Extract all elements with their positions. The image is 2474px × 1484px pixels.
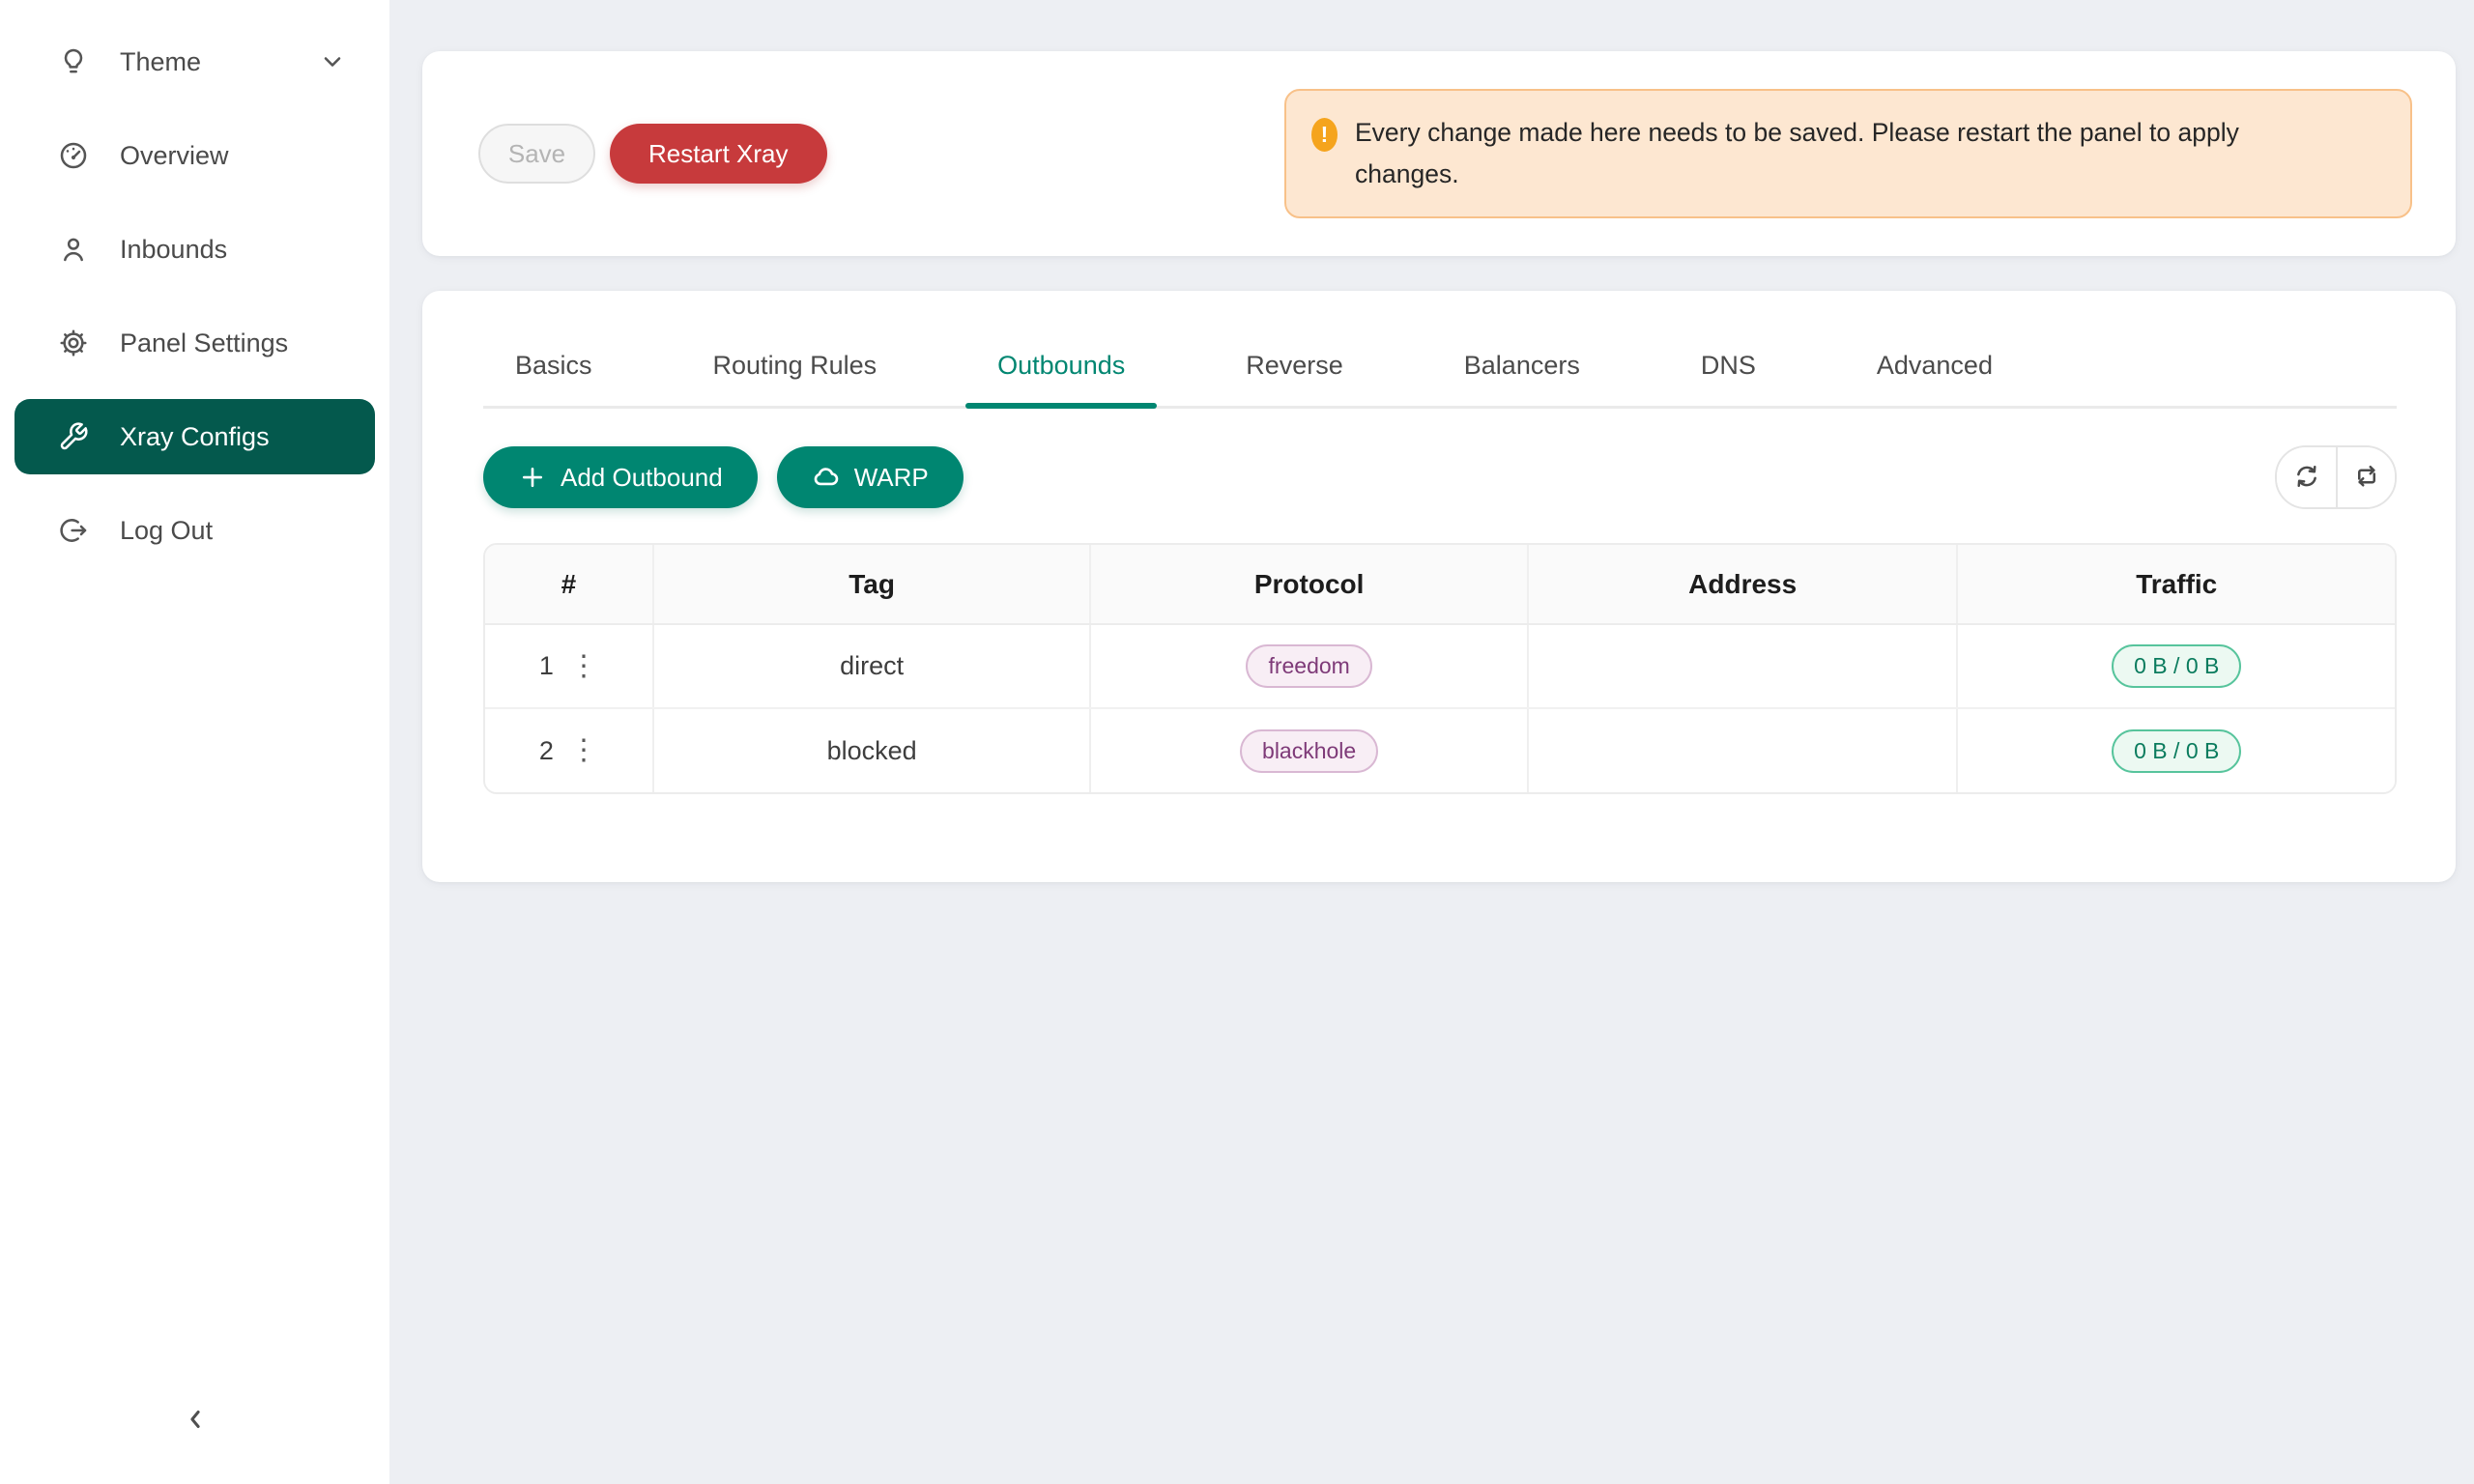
sidebar-item-label: Panel Settings xyxy=(120,328,288,358)
sidebar-item-panel-settings[interactable]: Panel Settings xyxy=(14,305,375,381)
restart-xray-button[interactable]: Restart Xray xyxy=(610,124,827,184)
warning-icon: ! xyxy=(1311,118,1338,152)
gauge-icon xyxy=(58,140,89,171)
col-header-protocol: Protocol xyxy=(1090,545,1528,624)
row-address xyxy=(1528,624,1958,708)
col-header-tag: Tag xyxy=(653,545,1091,624)
main-content: Save Restart Xray ! Every change made he… xyxy=(389,0,2474,1484)
tab-reverse[interactable]: Reverse xyxy=(1214,345,1375,406)
col-header-index: # xyxy=(485,545,653,624)
sidebar-item-theme[interactable]: Theme xyxy=(14,24,375,100)
sidebar-item-label: Theme xyxy=(120,47,201,77)
tab-outbounds[interactable]: Outbounds xyxy=(965,345,1157,406)
col-header-address: Address xyxy=(1528,545,1958,624)
tab-basics[interactable]: Basics xyxy=(483,345,624,406)
protocol-badge: blackhole xyxy=(1240,729,1378,773)
toolbar-card: Save Restart Xray ! Every change made he… xyxy=(422,51,2456,256)
sidebar-item-label: Inbounds xyxy=(120,235,227,265)
chevron-down-icon xyxy=(319,48,346,75)
traffic-badge: 0 B / 0 B xyxy=(2112,644,2241,688)
sidebar-item-label: Xray Configs xyxy=(120,422,270,452)
table-tools-group xyxy=(2275,445,2397,509)
refresh-icon xyxy=(2292,462,2321,494)
sidebar-item-log-out[interactable]: Log Out xyxy=(14,493,375,568)
sidebar-item-label: Log Out xyxy=(120,516,213,546)
logout-icon xyxy=(58,515,89,546)
sidebar-item-inbounds[interactable]: Inbounds xyxy=(14,212,375,287)
sidebar-item-xray-configs[interactable]: Xray Configs xyxy=(14,399,375,474)
config-tabs: Basics Routing Rules Outbounds Reverse B… xyxy=(483,345,2397,409)
row-menu-icon[interactable]: ⋮ xyxy=(569,736,598,765)
warp-label: WARP xyxy=(854,463,929,493)
xray-configs-card: Basics Routing Rules Outbounds Reverse B… xyxy=(422,291,2456,882)
col-header-traffic: Traffic xyxy=(1957,545,2395,624)
tab-advanced[interactable]: Advanced xyxy=(1845,345,2025,406)
wrench-icon xyxy=(58,421,89,452)
compare-config-button[interactable] xyxy=(2336,447,2395,507)
outbounds-actions: Add Outbound WARP xyxy=(483,445,2397,509)
row-index: 2 xyxy=(539,736,554,766)
repeat-icon xyxy=(2352,462,2381,494)
lightbulb-icon xyxy=(58,46,89,77)
row-index: 1 xyxy=(539,651,554,681)
table-row: 1 ⋮ direct freedom 0 B / 0 B xyxy=(485,624,2395,708)
save-button[interactable]: Save xyxy=(478,124,595,184)
sidebar: Theme Overview Inbounds Panel Settings X… xyxy=(0,0,389,1484)
row-tag: direct xyxy=(653,624,1091,708)
add-outbound-button[interactable]: Add Outbound xyxy=(483,446,758,508)
row-tag: blocked xyxy=(653,708,1091,792)
user-icon xyxy=(58,234,89,265)
traffic-badge: 0 B / 0 B xyxy=(2112,729,2241,773)
plus-icon xyxy=(518,463,547,492)
table-row: 2 ⋮ blocked blackhole 0 B / 0 B xyxy=(485,708,2395,792)
sidebar-item-label: Overview xyxy=(120,141,229,171)
tab-routing-rules[interactable]: Routing Rules xyxy=(681,345,909,406)
add-outbound-label: Add Outbound xyxy=(561,463,723,493)
row-address xyxy=(1528,708,1958,792)
cloud-icon xyxy=(812,463,841,492)
outbounds-table: # Tag Protocol Address Traffic 1 ⋮ xyxy=(483,543,2397,794)
gear-icon xyxy=(58,328,89,358)
refresh-button[interactable] xyxy=(2277,447,2336,507)
row-menu-icon[interactable]: ⋮ xyxy=(569,652,598,681)
warp-button[interactable]: WARP xyxy=(777,446,964,508)
alert-text: Every change made here needs to be saved… xyxy=(1355,112,2312,195)
table-header-row: # Tag Protocol Address Traffic xyxy=(485,545,2395,624)
tab-dns[interactable]: DNS xyxy=(1669,345,1788,406)
tab-balancers[interactable]: Balancers xyxy=(1432,345,1612,406)
sidebar-collapse-button[interactable] xyxy=(166,1392,224,1450)
protocol-badge: freedom xyxy=(1246,644,1371,688)
chevron-left-icon xyxy=(181,1405,210,1439)
restart-warning-alert: ! Every change made here needs to be sav… xyxy=(1284,89,2412,218)
sidebar-item-overview[interactable]: Overview xyxy=(14,118,375,193)
